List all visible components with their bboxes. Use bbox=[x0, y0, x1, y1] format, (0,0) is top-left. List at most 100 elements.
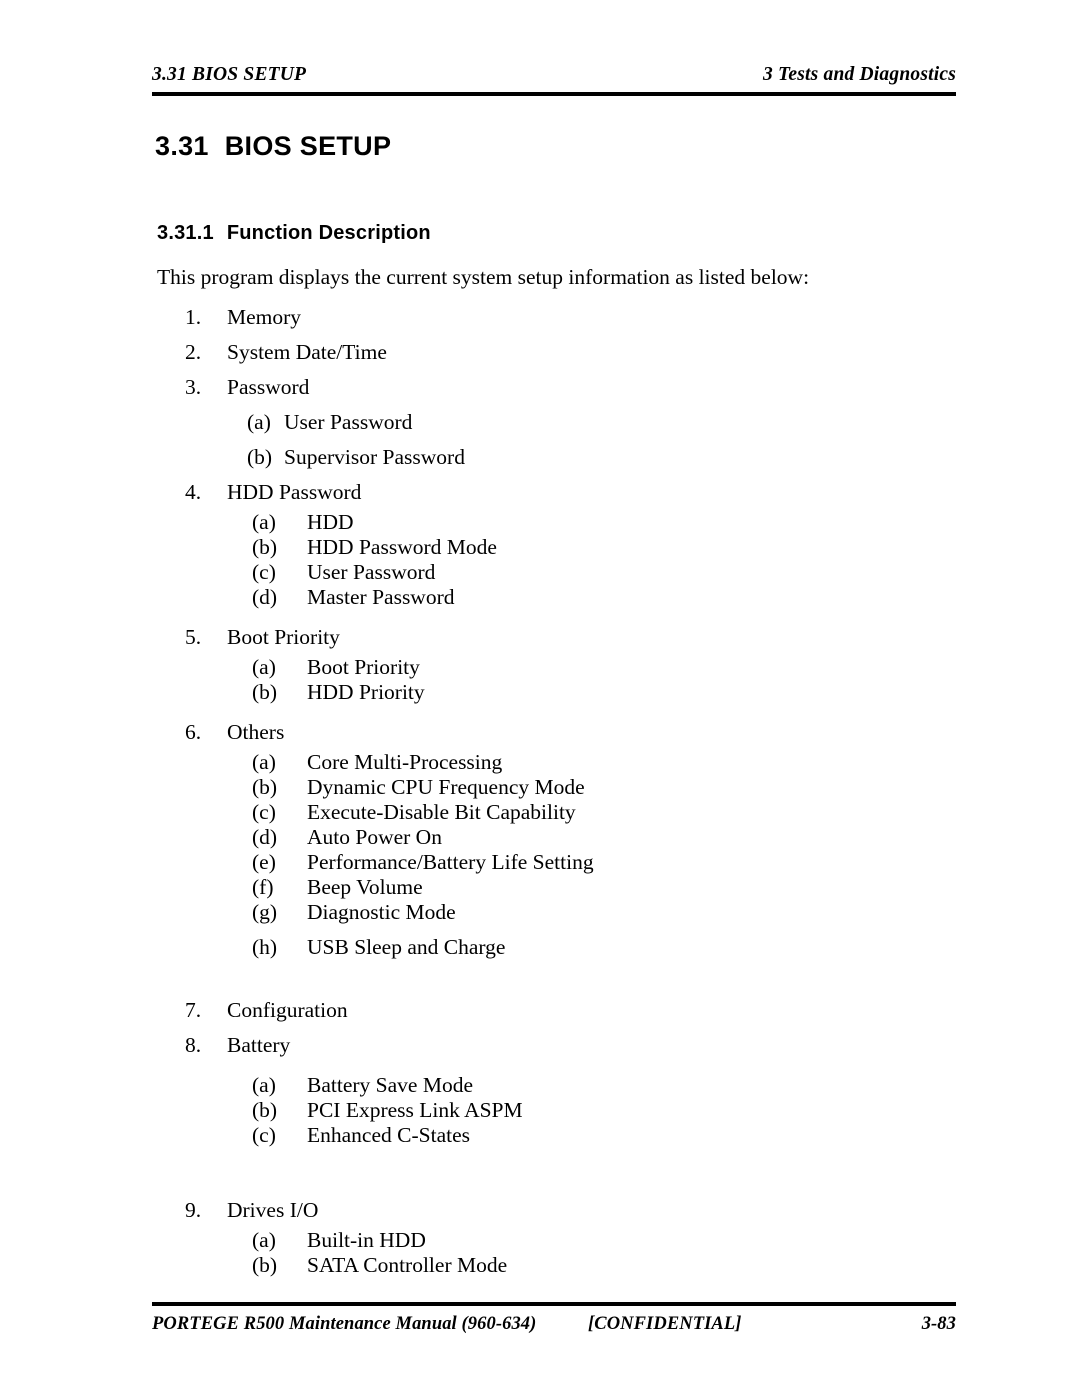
header-rule bbox=[152, 92, 956, 96]
list-item: 1. Memory bbox=[157, 300, 957, 335]
list-marker: 3. bbox=[185, 375, 202, 399]
list-item: (b) PCI Express Link ASPM bbox=[157, 1098, 957, 1123]
list-text: User Password bbox=[284, 410, 413, 434]
list-text: Diagnostic Mode bbox=[307, 900, 456, 924]
list-item: (d) Master Password bbox=[157, 585, 957, 610]
list-text: Memory bbox=[227, 305, 302, 329]
list-marker: (b) bbox=[252, 1098, 278, 1122]
list-text: Performance/Battery Life Setting bbox=[307, 850, 594, 874]
list-marker: (a) bbox=[252, 1073, 276, 1097]
list-marker: (c) bbox=[252, 1123, 276, 1147]
section-number: 3.31 bbox=[155, 131, 209, 161]
list-text: Dynamic CPU Frequency Mode bbox=[307, 775, 585, 799]
list-marker: (b) bbox=[252, 1253, 278, 1277]
footer-confidential-label: [CONFIDENTIAL] bbox=[588, 1314, 742, 1334]
list-text: Drives I/O bbox=[227, 1198, 319, 1222]
list-marker: (a) bbox=[252, 1228, 276, 1252]
running-header: 3.31 BIOS SETUP 3 Tests and Diagnostics bbox=[152, 56, 956, 92]
list-item: (a) Core Multi-Processing bbox=[157, 750, 957, 775]
list-item: (a) Battery Save Mode bbox=[157, 1073, 957, 1098]
list-marker: (b) bbox=[252, 680, 278, 704]
list-item: 8. Battery bbox=[157, 1028, 957, 1063]
list-text: Others bbox=[227, 720, 285, 744]
list-item: (g) Diagnostic Mode bbox=[157, 900, 957, 925]
list-item: (b) HDD Password Mode bbox=[157, 535, 957, 560]
list-item: (h) USB Sleep and Charge bbox=[157, 935, 957, 960]
list-text: HDD Priority bbox=[307, 680, 425, 704]
list-text: Battery bbox=[227, 1033, 291, 1057]
subsection-heading: 3.31.1 Function Description bbox=[157, 222, 431, 245]
list-text: USB Sleep and Charge bbox=[307, 935, 506, 959]
list-text: Boot Priority bbox=[227, 625, 340, 649]
list-marker: 8. bbox=[185, 1033, 202, 1057]
list-item: (f) Beep Volume bbox=[157, 875, 957, 900]
section-title: BIOS SETUP bbox=[224, 131, 392, 161]
list-text: User Password bbox=[307, 560, 436, 584]
list-marker: (e) bbox=[252, 850, 276, 874]
list-item: 7. Configuration bbox=[157, 993, 957, 1028]
list-item: (b) Dynamic CPU Frequency Mode bbox=[157, 775, 957, 800]
list-marker: (a) bbox=[252, 750, 276, 774]
list-marker: (g) bbox=[252, 900, 278, 924]
intro-paragraph: This program displays the current system… bbox=[157, 265, 810, 289]
list-item: (c) User Password bbox=[157, 560, 957, 585]
list-marker: 1. bbox=[185, 305, 202, 329]
list-text: Built-in HDD bbox=[307, 1228, 426, 1252]
list-marker: (a) bbox=[247, 410, 271, 434]
list-text: HDD Password Mode bbox=[307, 535, 497, 559]
subsection-number: 3.31.1 bbox=[157, 222, 214, 244]
list-text: Execute-Disable Bit Capability bbox=[307, 800, 576, 824]
list-marker: 4. bbox=[185, 480, 202, 504]
list-text: Password bbox=[227, 375, 310, 399]
list-marker: (a) bbox=[252, 655, 276, 679]
header-section-label: 3.31 BIOS SETUP bbox=[152, 64, 307, 85]
list-item: 5. Boot Priority bbox=[157, 620, 957, 655]
list-text: Supervisor Password bbox=[284, 445, 465, 469]
document-page: 3.31 BIOS SETUP 3 Tests and Diagnostics … bbox=[0, 0, 1080, 1397]
list-text: SATA Controller Mode bbox=[307, 1253, 508, 1277]
list-item: 2. System Date/Time bbox=[157, 335, 957, 370]
list-marker: (c) bbox=[252, 560, 276, 584]
list-text: Master Password bbox=[307, 585, 455, 609]
list-marker: (a) bbox=[252, 510, 276, 534]
list-marker: (c) bbox=[252, 800, 276, 824]
running-footer: PORTEGE R500 Maintenance Manual (960-634… bbox=[152, 1310, 956, 1344]
list-marker: 2. bbox=[185, 340, 202, 364]
list-text: Boot Priority bbox=[307, 655, 420, 679]
list-item: (b) HDD Priority bbox=[157, 680, 957, 705]
list-marker: (h) bbox=[252, 935, 278, 959]
list-text: System Date/Time bbox=[227, 340, 387, 364]
footer-rule bbox=[152, 1302, 956, 1306]
header-chapter-label: 3 Tests and Diagnostics bbox=[763, 64, 956, 85]
page-title: 3.31 BIOS SETUP bbox=[155, 131, 391, 162]
list-item: 3. Password bbox=[157, 370, 957, 405]
list-item: (e) Performance/Battery Life Setting bbox=[157, 850, 957, 875]
footer-manual-label: PORTEGE R500 Maintenance Manual (960-634… bbox=[152, 1314, 537, 1334]
list-text: Auto Power On bbox=[307, 825, 442, 849]
list-marker: (b) bbox=[247, 445, 273, 469]
list-item: 9. Drives I/O bbox=[157, 1193, 957, 1228]
feature-outline-list: 1. Memory 2. System Date/Time 3. Passwor… bbox=[157, 300, 957, 1278]
list-marker: (b) bbox=[252, 775, 278, 799]
list-text: Configuration bbox=[227, 998, 348, 1022]
list-item: (b) SATA Controller Mode bbox=[157, 1253, 957, 1278]
list-text: PCI Express Link ASPM bbox=[307, 1098, 523, 1122]
list-item: (a) User Password bbox=[157, 405, 957, 440]
list-marker: 9. bbox=[185, 1198, 202, 1222]
list-marker: (b) bbox=[252, 535, 278, 559]
list-marker: 7. bbox=[185, 998, 202, 1022]
list-marker: (d) bbox=[252, 585, 278, 609]
subsection-title: Function Description bbox=[226, 222, 431, 244]
list-text: HDD Password bbox=[227, 480, 362, 504]
list-text: Beep Volume bbox=[307, 875, 423, 899]
list-item: (d) Auto Power On bbox=[157, 825, 957, 850]
list-marker: 5. bbox=[185, 625, 202, 649]
list-marker: (d) bbox=[252, 825, 278, 849]
list-text: Enhanced C-States bbox=[307, 1123, 470, 1147]
list-item: (a) Built-in HDD bbox=[157, 1228, 957, 1253]
